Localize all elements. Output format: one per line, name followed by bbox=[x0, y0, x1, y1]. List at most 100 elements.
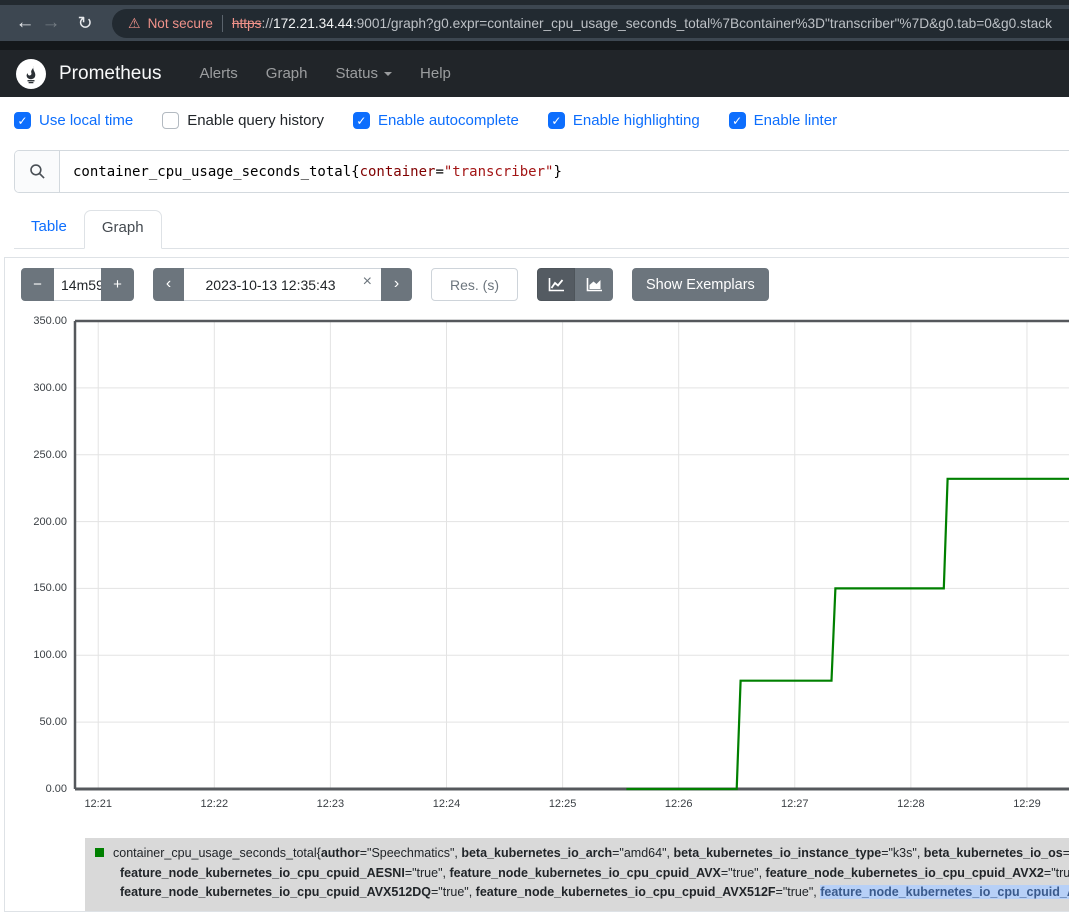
tab-table[interactable]: Table bbox=[14, 210, 84, 248]
legend-text: container_cpu_usage_seconds_total{ bbox=[113, 846, 321, 860]
url-text[interactable]: https://172.21.34.44:9001/graph?g0.expr=… bbox=[232, 16, 1052, 31]
x-axis-tick-label: 12:24 bbox=[424, 798, 468, 810]
nav-item-help[interactable]: Help bbox=[406, 57, 465, 90]
x-axis-tick-label: 12:26 bbox=[657, 798, 701, 810]
brand-title[interactable]: Prometheus bbox=[59, 63, 161, 85]
search-icon bbox=[29, 163, 46, 180]
checkbox-checked-icon[interactable]: ✓ bbox=[548, 112, 565, 129]
legend-text: feature_node_kubernetes_io_cpu_cpuid_AES… bbox=[120, 866, 405, 880]
nav-items: Alerts Graph Status Help bbox=[185, 57, 464, 90]
promql-token-plain: container_cpu_usage_seconds_total{ bbox=[73, 164, 360, 180]
x-axis-tick-label: 12:28 bbox=[889, 798, 933, 810]
url-host: 172.21.34.44 bbox=[273, 16, 353, 31]
url-scheme: https bbox=[232, 16, 262, 31]
line-chart-icon bbox=[548, 277, 565, 292]
option-label: Enable autocomplete bbox=[378, 112, 519, 129]
url-separator: :// bbox=[262, 16, 273, 31]
query-execute-addon[interactable] bbox=[15, 151, 60, 192]
legend-text: feature_node_kubernetes_io_cpu_cpuid_AVX… bbox=[120, 885, 431, 899]
legend-text: feature_node_kubernetes_io_cpu_cpuid_AVX… bbox=[476, 885, 776, 899]
legend-text: ="true", bbox=[776, 885, 821, 899]
line-chart-button[interactable] bbox=[537, 268, 575, 301]
option-label: Use local time bbox=[39, 112, 133, 129]
stacked-chart-icon bbox=[586, 277, 603, 292]
time-series-chart[interactable]: 0.0050.00100.00150.00200.00250.00300.003… bbox=[15, 311, 1069, 811]
tab-graph[interactable]: Graph bbox=[84, 210, 162, 249]
panel-tabs: Table Graph bbox=[14, 210, 1069, 249]
checkbox-unchecked-icon[interactable] bbox=[162, 112, 179, 129]
resolution-input[interactable] bbox=[431, 268, 518, 301]
option-checkbox-enable-linter[interactable]: ✓ Enable linter bbox=[729, 112, 837, 129]
legend-text: ="true", bbox=[405, 866, 450, 880]
chart-canvas[interactable] bbox=[15, 311, 1069, 811]
nav-item-graph[interactable]: Graph bbox=[252, 57, 322, 90]
promql-token-label: container bbox=[360, 164, 436, 180]
chart-type-group bbox=[537, 268, 613, 301]
option-label: Enable linter bbox=[754, 112, 837, 129]
prometheus-flame-icon bbox=[20, 63, 42, 85]
promql-token-plain: = bbox=[435, 164, 443, 180]
prometheus-logo-icon[interactable] bbox=[16, 59, 46, 89]
time-group: ‹ × › bbox=[153, 268, 412, 301]
option-checkbox-enable-query-history[interactable]: Enable query history bbox=[162, 112, 324, 129]
query-expression-input[interactable]: container_cpu_usage_seconds_total{contai… bbox=[60, 151, 1069, 192]
stacked-chart-button[interactable] bbox=[575, 268, 613, 301]
address-bar[interactable]: ⚠ Not secure https://172.21.34.44:9001/g… bbox=[112, 9, 1069, 38]
legend-label-selected: feature_node_kubernetes_io_cpu_cpuid_AVX… bbox=[820, 885, 1069, 899]
range-input[interactable] bbox=[54, 268, 101, 301]
option-label: Enable query history bbox=[187, 112, 324, 129]
time-clear-icon[interactable]: × bbox=[363, 273, 372, 291]
time-input-wrap: × bbox=[184, 268, 381, 301]
x-axis-tick-label: 12:21 bbox=[76, 798, 120, 810]
legend-text: ="true", bbox=[1044, 866, 1069, 880]
range-increase-button[interactable]: + bbox=[101, 268, 134, 301]
x-axis-tick-label: 12:27 bbox=[773, 798, 817, 810]
legend-text: beta_kubernetes_io_os bbox=[924, 846, 1063, 860]
graph-panel: − + ‹ × › bbox=[4, 257, 1069, 912]
chevron-down-icon bbox=[384, 72, 392, 76]
nav-item-alerts[interactable]: Alerts bbox=[185, 57, 251, 90]
checkbox-checked-icon[interactable]: ✓ bbox=[729, 112, 746, 129]
y-axis-tick-label: 300.00 bbox=[15, 382, 67, 394]
options-row: ✓Use local timeEnable query history✓Enab… bbox=[14, 112, 1069, 129]
x-axis-tick-label: 12:25 bbox=[541, 798, 585, 810]
browser-reload-icon[interactable]: ↻ bbox=[72, 13, 98, 34]
legend-line: feature_node_kubernetes_io_cpu_cpuid_AVX… bbox=[95, 883, 1069, 903]
query-bar: container_cpu_usage_seconds_total{contai… bbox=[14, 150, 1069, 193]
time-back-button[interactable]: ‹ bbox=[153, 268, 184, 301]
y-axis-tick-label: 0.00 bbox=[15, 783, 67, 795]
legend-text: feature_node_kubernetes_io_cpu_cpuid_AVX bbox=[449, 866, 720, 880]
not-secure-warning-icon[interactable]: ⚠ bbox=[128, 15, 141, 32]
browser-toolbar-edge bbox=[0, 41, 1069, 50]
x-axis-tick-label: 12:22 bbox=[192, 798, 236, 810]
legend-text: beta_kubernetes_io_instance_type bbox=[673, 846, 881, 860]
y-axis-tick-label: 250.00 bbox=[15, 449, 67, 461]
not-secure-label[interactable]: Not secure bbox=[148, 16, 213, 31]
range-decrease-button[interactable]: − bbox=[21, 268, 54, 301]
time-input[interactable] bbox=[184, 268, 381, 301]
browser-forward-icon[interactable]: → bbox=[38, 12, 64, 34]
option-checkbox-enable-highlighting[interactable]: ✓Enable highlighting bbox=[548, 112, 700, 129]
nav-item-status[interactable]: Status bbox=[322, 57, 407, 90]
y-axis-tick-label: 50.00 bbox=[15, 716, 67, 728]
legend-swatch-icon[interactable] bbox=[95, 848, 104, 857]
legend-text: ="Speechmatics", bbox=[360, 846, 462, 860]
prometheus-navbar: Prometheus Alerts Graph Status Help bbox=[0, 50, 1069, 97]
x-axis-tick-label: 12:23 bbox=[308, 798, 352, 810]
browser-back-icon[interactable]: ← bbox=[12, 12, 38, 34]
browser-toolbar: ← → ↻ ⚠ Not secure https://172.21.34.44:… bbox=[0, 5, 1069, 41]
legend-text: ="linux", bbox=[1063, 846, 1069, 860]
legend-line: container_cpu_usage_seconds_total{author… bbox=[95, 844, 1069, 864]
option-checkbox-enable-autocomplete[interactable]: ✓ Enable autocomplete bbox=[353, 112, 519, 129]
time-forward-button[interactable]: › bbox=[381, 268, 412, 301]
y-axis-tick-label: 150.00 bbox=[15, 582, 67, 594]
option-checkbox-use-local-time[interactable]: ✓ Use local time bbox=[14, 112, 133, 129]
legend-text: ="amd64", bbox=[612, 846, 673, 860]
range-group: − + bbox=[21, 268, 134, 301]
checkbox-checked-icon[interactable]: ✓ bbox=[14, 112, 31, 129]
checkbox-checked-icon[interactable]: ✓ bbox=[353, 112, 370, 129]
y-axis-tick-label: 100.00 bbox=[15, 649, 67, 661]
show-exemplars-button[interactable]: Show Exemplars bbox=[632, 268, 769, 301]
chart-legend-item[interactable]: container_cpu_usage_seconds_total{author… bbox=[85, 838, 1069, 911]
promql-token-plain: } bbox=[553, 164, 561, 180]
